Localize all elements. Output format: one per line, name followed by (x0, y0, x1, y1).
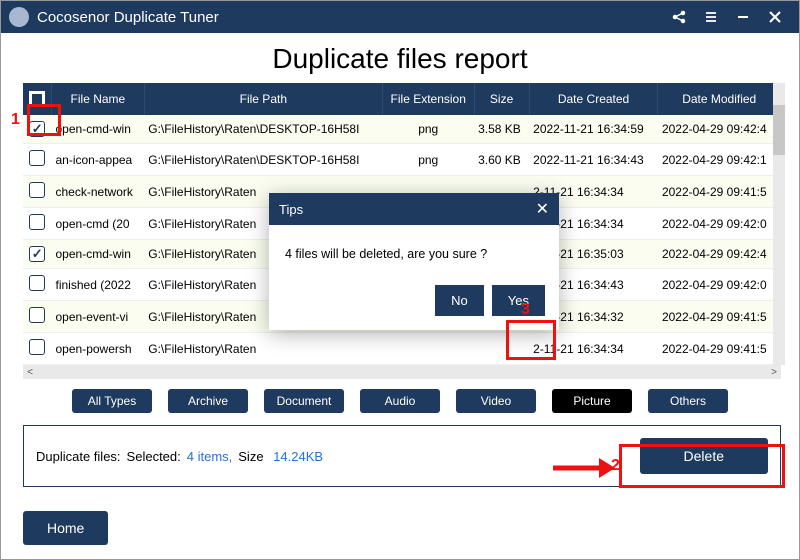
col-file-path[interactable]: File Path (144, 83, 382, 115)
cell-modified: 2022-04-29 09:42:0 (658, 208, 781, 240)
filter-archive[interactable]: Archive (168, 389, 248, 413)
row-checkbox[interactable] (29, 275, 45, 291)
dialog-close-icon[interactable]: ✕ (536, 199, 549, 219)
filter-document[interactable]: Document (264, 389, 344, 413)
dialog-title: Tips (279, 202, 303, 217)
cell-modified: 2022-04-29 09:41:5 (658, 176, 781, 208)
selected-label: Selected: (127, 449, 181, 464)
cell-modified: 2022-04-29 09:42:1 (658, 144, 781, 176)
annotation-box-2 (619, 444, 785, 488)
annotation-3: 3 (521, 301, 530, 319)
row-checkbox[interactable] (29, 307, 45, 323)
annotation-1: 1 (11, 111, 20, 129)
cell-modified: 2022-04-29 09:42:4 (658, 115, 781, 144)
no-button[interactable]: No (435, 285, 484, 316)
page-title: Duplicate files report (1, 33, 799, 83)
dialog-title-bar: Tips ✕ (269, 193, 559, 225)
cell-created: 2022-11-21 16:34:59 (529, 115, 658, 144)
filter-picture[interactable]: Picture (552, 389, 632, 413)
cell-name: finished (2022 (52, 269, 145, 301)
table-row[interactable]: an-icon-appeaG:\FileHistory\Raten\DESKTO… (23, 144, 781, 176)
filter-others[interactable]: Others (648, 389, 728, 413)
cell-ext (382, 333, 474, 365)
cell-ext: png (382, 115, 474, 144)
scroll-right-icon[interactable]: > (767, 365, 781, 379)
cell-name: open-event-vi (52, 301, 145, 333)
filter-all-types[interactable]: All Types (72, 389, 152, 413)
cell-modified: 2022-04-29 09:42:0 (658, 269, 781, 301)
cell-name: check-network (52, 176, 145, 208)
row-checkbox[interactable] (29, 246, 45, 262)
app-title: Cocosenor Duplicate Tuner (37, 9, 663, 26)
scroll-left-icon[interactable]: < (23, 365, 37, 379)
yes-button[interactable]: Yes (492, 285, 545, 316)
table-row[interactable]: open-powershG:\FileHistory\Raten2-11-21 … (23, 333, 781, 365)
title-bar: Cocosenor Duplicate Tuner (1, 1, 799, 33)
minimize-icon[interactable] (731, 5, 755, 29)
table-row[interactable]: open-cmd-winG:\FileHistory\Raten\DESKTOP… (23, 115, 781, 144)
vertical-scrollbar[interactable] (773, 83, 785, 365)
annotation-arrow-icon (551, 456, 615, 480)
filter-video[interactable]: Video (456, 389, 536, 413)
size-label: Size (238, 449, 263, 464)
cell-modified: 2022-04-29 09:41:5 (658, 333, 781, 365)
filter-audio[interactable]: Audio (360, 389, 440, 413)
cell-modified: 2022-04-29 09:41:5 (658, 301, 781, 333)
home-button[interactable]: Home (23, 511, 108, 545)
cell-size: 3.60 KB (474, 144, 529, 176)
col-created[interactable]: Date Created (529, 83, 658, 115)
cell-path: G:\FileHistory\Raten\DESKTOP-16H58I (144, 144, 382, 176)
tips-dialog: Tips ✕ 4 files will be deleted, are you … (269, 193, 559, 330)
annotation-box-1 (27, 104, 61, 136)
cell-name: open-powersh (52, 333, 145, 365)
row-checkbox[interactable] (29, 214, 45, 230)
close-icon[interactable] (763, 5, 787, 29)
col-modified[interactable]: Date Modified (658, 83, 781, 115)
annotation-box-3 (506, 320, 556, 360)
row-checkbox[interactable] (29, 150, 45, 166)
row-checkbox[interactable] (29, 182, 45, 198)
menu-icon[interactable] (699, 5, 723, 29)
col-extension[interactable]: File Extension (382, 83, 474, 115)
filter-bar: All Types Archive Document Audio Video Pictur… (1, 379, 799, 419)
dialog-message: 4 files will be deleted, are you sure ? (269, 225, 559, 273)
selected-size: 14.24KB (273, 449, 323, 464)
cell-name: open-cmd (20 (52, 208, 145, 240)
col-file-name[interactable]: File Name (52, 83, 145, 115)
horizontal-scrollbar[interactable]: < > (23, 365, 781, 379)
scrollbar-thumb[interactable] (773, 105, 785, 155)
summary-label: Duplicate files: (36, 449, 121, 464)
cell-name: open-cmd-win (52, 240, 145, 269)
selected-count: 4 items, (187, 449, 233, 464)
col-size[interactable]: Size (474, 83, 529, 115)
cell-modified: 2022-04-29 09:42:4 (658, 240, 781, 269)
cell-ext: png (382, 144, 474, 176)
row-checkbox[interactable] (29, 339, 45, 355)
cell-name: an-icon-appea (52, 144, 145, 176)
cell-created: 2022-11-21 16:34:43 (529, 144, 658, 176)
cell-path: G:\FileHistory\Raten\DESKTOP-16H58I (144, 115, 382, 144)
cell-size: 3.58 KB (474, 115, 529, 144)
share-icon[interactable] (667, 5, 691, 29)
cell-name: open-cmd-win (52, 115, 145, 144)
app-logo (9, 7, 29, 27)
cell-path: G:\FileHistory\Raten (144, 333, 382, 365)
